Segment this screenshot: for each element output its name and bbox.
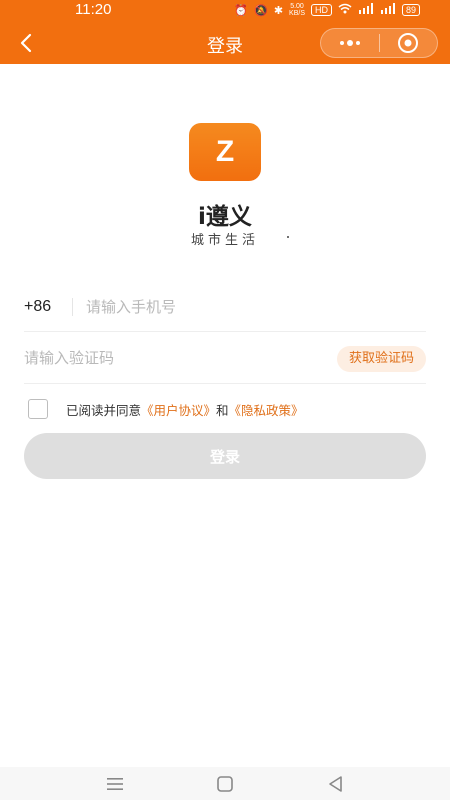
- nav-bar: 登录: [0, 22, 450, 64]
- back-triangle-icon: [329, 776, 342, 792]
- agreement-prefix: 已阅读并同意: [66, 402, 142, 418]
- mute-icon: 🔕: [254, 4, 268, 17]
- field-separator: [72, 298, 73, 316]
- status-time: 11:20: [75, 1, 112, 18]
- decorative-dot: [287, 236, 289, 238]
- status-bar: 11:20 ⏰ 🔕 ✱ 5.00 KB/S HD 89: [0, 0, 450, 22]
- system-home-button[interactable]: [213, 775, 237, 793]
- status-icons: ⏰ 🔕 ✱ 5.00 KB/S HD 89: [234, 3, 420, 17]
- get-code-button[interactable]: 获取验证码: [336, 346, 426, 372]
- system-nav-bar: [0, 767, 450, 800]
- more-button[interactable]: [321, 28, 379, 58]
- privacy-policy-link[interactable]: 《隐私政策》: [229, 403, 304, 418]
- battery-indicator: 89: [401, 4, 420, 16]
- net-speed: 5.00 KB/S: [289, 3, 305, 17]
- agreement-checkbox[interactable]: [28, 399, 48, 419]
- menu-icon: [107, 778, 123, 790]
- agreement-text: 已阅读并同意《用户协议》和《隐私政策》: [66, 400, 304, 419]
- wifi-icon: [338, 3, 352, 17]
- signal-icon-1: [358, 3, 374, 17]
- phone-row: +86: [24, 282, 426, 332]
- agreement-and: 和: [216, 402, 229, 418]
- bluetooth-icon: ✱: [273, 4, 284, 17]
- more-dots-icon: [339, 40, 360, 46]
- phone-input[interactable]: [86, 294, 406, 320]
- alarm-icon: ⏰: [234, 4, 249, 17]
- system-menu-button[interactable]: [103, 775, 127, 793]
- app-name: i遵义: [198, 204, 252, 230]
- system-back-button[interactable]: [324, 775, 348, 793]
- code-row: 获取验证码: [24, 332, 426, 384]
- close-button[interactable]: [379, 28, 437, 58]
- user-agreement-link[interactable]: 《用户协议》: [141, 403, 216, 418]
- mini-program-capsule: [320, 28, 438, 58]
- agreement-row: 已阅读并同意《用户协议》和《隐私政策》: [28, 398, 304, 420]
- hd-badge: HD: [310, 4, 332, 16]
- logo-letter: Z: [215, 135, 235, 168]
- signal-icon-2: [380, 3, 396, 17]
- login-button[interactable]: 登录: [24, 433, 426, 479]
- home-icon: [217, 776, 233, 792]
- app-logo: Z: [189, 123, 261, 181]
- verification-code-input[interactable]: [24, 345, 304, 371]
- app-subtitle: 城市生活: [190, 233, 259, 248]
- target-close-icon: [398, 33, 419, 53]
- country-code[interactable]: +86: [24, 298, 51, 316]
